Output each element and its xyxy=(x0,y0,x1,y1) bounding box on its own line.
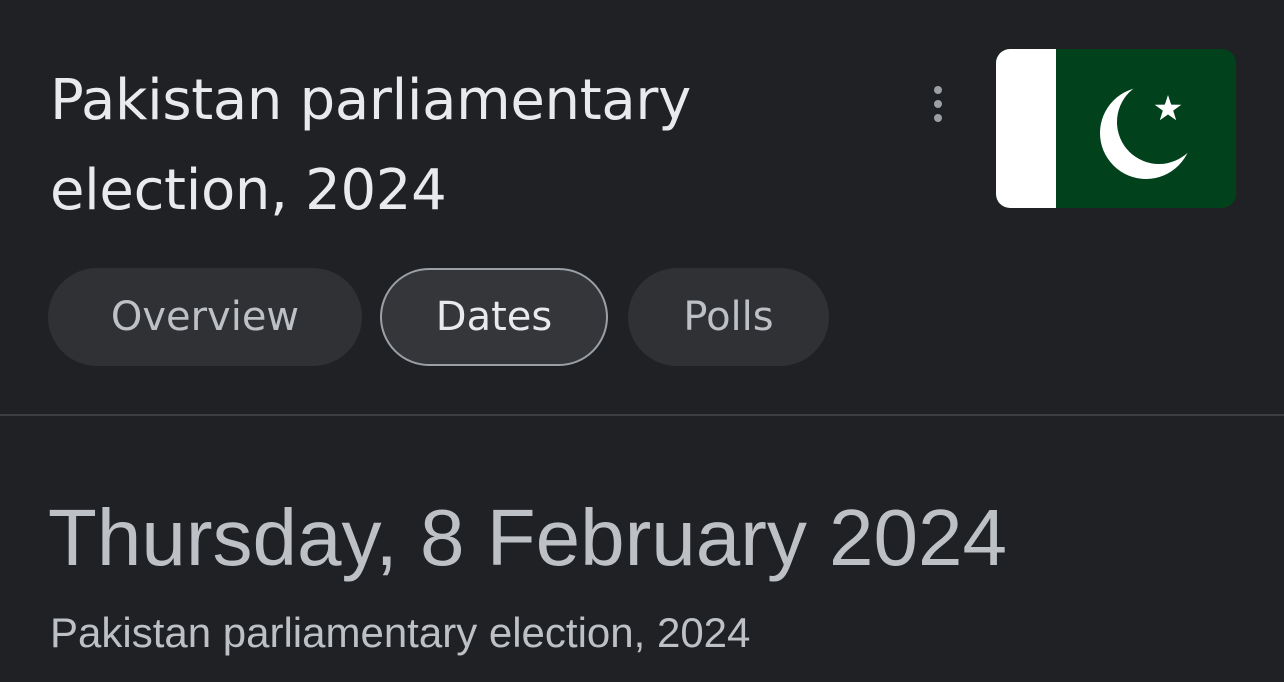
event-date: Thursday, 8 February 2024 xyxy=(48,493,1008,582)
tab-polls[interactable]: Polls xyxy=(628,268,829,366)
more-options-button[interactable] xyxy=(918,80,958,128)
pakistan-flag-icon[interactable] xyxy=(996,49,1236,208)
more-vert-icon-dot xyxy=(934,114,942,122)
panel-title: Pakistan parliamentary election, 2024 xyxy=(50,68,691,223)
flag-graphic xyxy=(996,49,1236,208)
more-vert-icon-dot xyxy=(934,100,942,108)
event-subtitle: Pakistan parliamentary election, 2024 xyxy=(50,609,751,656)
tab-dates[interactable]: Dates xyxy=(380,268,608,366)
tab-overview[interactable]: Overview xyxy=(48,268,362,366)
more-vert-icon xyxy=(934,86,942,94)
section-divider xyxy=(0,414,1284,416)
panel-header: Pakistan parliamentary election, 2024 Ov… xyxy=(0,0,1284,415)
knowledge-panel: Pakistan parliamentary election, 2024 Ov… xyxy=(0,0,1284,682)
